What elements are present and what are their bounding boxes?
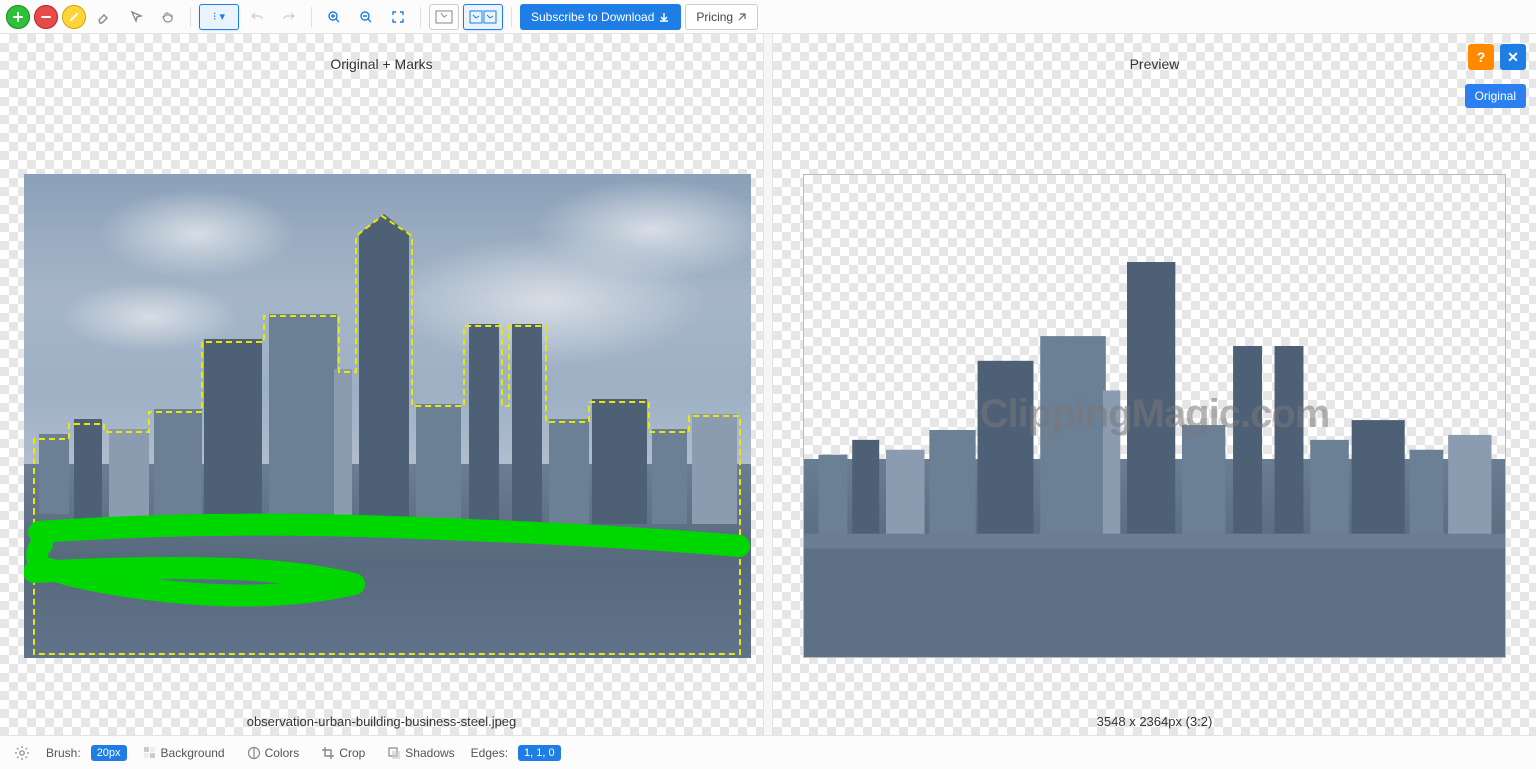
brush-label: Brush: [46, 746, 81, 760]
edges-value[interactable]: 1, 1, 0 [518, 745, 561, 761]
pane-divider[interactable] [763, 34, 773, 735]
shadows-button[interactable]: Shadows [381, 744, 460, 762]
pricing-button[interactable]: Pricing [685, 4, 758, 30]
original-marks-pane[interactable]: Original + Marks [0, 34, 763, 735]
zoom-in-button[interactable] [320, 4, 348, 30]
settings-gear-button[interactable] [8, 743, 36, 763]
scalpel-tool[interactable] [122, 4, 150, 30]
separator [511, 7, 512, 27]
view-split-toggle[interactable] [463, 4, 503, 30]
preview-skyline-illustration [804, 262, 1505, 657]
preview-pane[interactable]: ? ✕ Original Preview [773, 34, 1536, 735]
background-button[interactable]: Background [137, 744, 231, 762]
top-right-buttons: ? ✕ [1468, 44, 1526, 70]
redo-button[interactable] [275, 4, 303, 30]
colors-button[interactable]: Colors [241, 744, 306, 762]
original-image-area[interactable] [24, 174, 751, 658]
zoom-out-button[interactable] [352, 4, 380, 30]
main-split-view: Original + Marks [0, 34, 1536, 735]
undo-button[interactable] [243, 4, 271, 30]
add-keep-tool[interactable] [6, 5, 30, 29]
brush-size-dropdown[interactable]: ⁝ ▾ [199, 4, 239, 30]
edges-label: Edges: [471, 746, 508, 760]
left-pane-title: Original + Marks [0, 34, 763, 84]
dimensions-label: 3548 x 2364px (3:2) [773, 714, 1536, 729]
separator [311, 7, 312, 27]
pan-tool[interactable] [154, 4, 182, 30]
subscribe-download-button[interactable]: Subscribe to Download [520, 4, 681, 30]
skyline-illustration [24, 174, 751, 658]
view-original-toggle[interactable] [429, 4, 459, 30]
add-remove-tool[interactable] [34, 5, 58, 29]
right-pane-title: Preview [773, 34, 1536, 84]
top-toolbar: ⁝ ▾ Subscribe to Download Pricing [0, 0, 1536, 34]
separator [420, 7, 421, 27]
crop-button[interactable]: Crop [315, 744, 371, 762]
original-toggle-button[interactable]: Original [1465, 84, 1526, 108]
close-button[interactable]: ✕ [1500, 44, 1526, 70]
hair-tool[interactable] [62, 5, 86, 29]
help-button[interactable]: ? [1468, 44, 1494, 70]
filename-label: observation-urban-building-business-stee… [0, 714, 763, 729]
fit-screen-button[interactable] [384, 4, 412, 30]
bottom-toolbar: Brush: 20px Background Colors Crop Shado… [0, 735, 1536, 769]
separator [190, 7, 191, 27]
eraser-tool[interactable] [90, 4, 118, 30]
brush-size-value[interactable]: 20px [91, 745, 127, 761]
preview-image-area[interactable]: ClippingMagic.com [803, 174, 1506, 658]
